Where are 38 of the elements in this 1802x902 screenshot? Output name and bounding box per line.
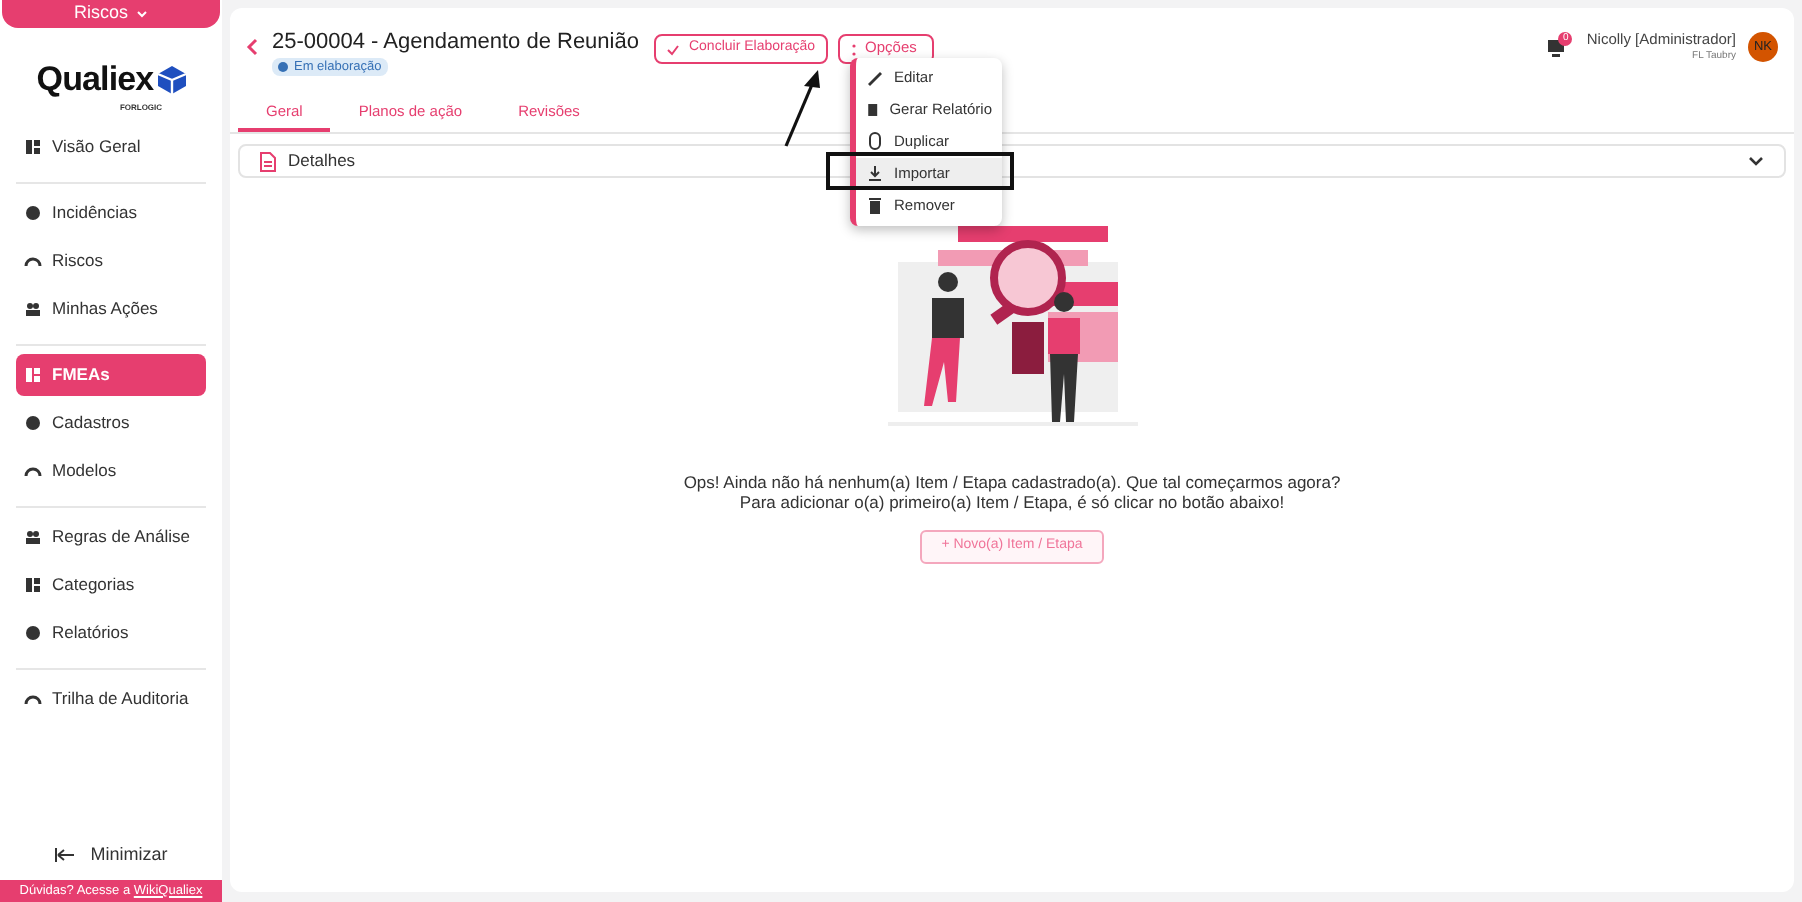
page-title: 25-00004 - Agendamento de Reunião	[272, 28, 639, 58]
cube-icon	[157, 65, 186, 94]
empty-hint: Para adicionar o(a) primeiro(a) Item / Etapa, é só clicar no botão abaixo!	[739, 492, 1285, 512]
sidebar-item[interactable]: Visão Geral	[16, 125, 206, 167]
sidebar-item[interactable]: Minhas Ações	[16, 287, 206, 329]
document-icon	[260, 151, 276, 171]
caret-icon	[136, 10, 148, 18]
back-icon[interactable]	[246, 38, 258, 56]
logo-text: Qualiex	[36, 58, 154, 102]
sidebar-item[interactable]: Trilha de Auditoria	[16, 677, 206, 719]
empty-message: Ops! Ainda não há nenhum(a) Item / Etapa cadastrado(a). Que tal começarmos agora?	[683, 472, 1341, 492]
kebab-icon	[851, 44, 856, 56]
menu-item-icon	[866, 164, 884, 184]
sidebar-item[interactable]: Relatórios	[16, 611, 206, 653]
menu-icon	[24, 527, 42, 545]
monitor-icon[interactable]	[1546, 38, 1567, 59]
minimize-button[interactable]: Minimizar	[90, 841, 168, 868]
menu-icon	[24, 413, 42, 431]
module-button[interactable]: Riscos	[2, 0, 220, 28]
menu-icon	[24, 203, 42, 221]
sidebar-item[interactable]: Modelos	[16, 449, 206, 491]
sidebar-item[interactable]: Cadastros	[16, 401, 206, 443]
menu-icon	[24, 623, 42, 641]
sidebar-item[interactable]: Incidências	[16, 191, 206, 233]
menu-item-icon	[866, 196, 884, 216]
sidebar-item[interactable]: Regras de Análise	[16, 515, 206, 557]
menu-icon	[24, 137, 42, 155]
sidebar-item[interactable]: Categorias	[16, 563, 206, 605]
menu-icon	[24, 365, 42, 383]
check-icon	[666, 43, 681, 55]
details-label: Detalhes	[288, 148, 356, 174]
sidebar-item[interactable]: Riscos	[16, 239, 206, 281]
status-dot-icon	[278, 62, 288, 72]
menu-icon	[24, 575, 42, 593]
annotation-arrow	[782, 68, 822, 148]
menu-icon	[24, 299, 42, 317]
collapse-icon	[54, 847, 75, 862]
sidebar-item[interactable]: FMEAs	[16, 353, 206, 395]
